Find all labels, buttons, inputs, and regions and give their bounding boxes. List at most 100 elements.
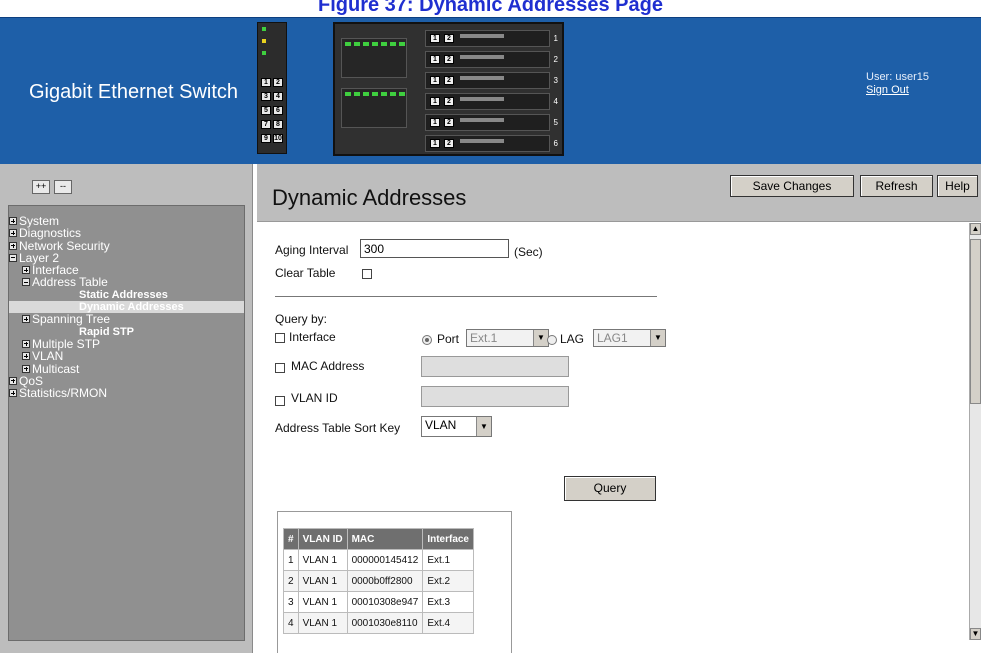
table-header-row: # VLAN ID MAC Interface	[283, 528, 474, 550]
blade-slot: 12 2	[425, 51, 558, 68]
column-header: #	[283, 528, 299, 550]
tree-item-multicast[interactable]: Multicast	[9, 363, 244, 375]
tree-item-label: Rapid STP	[79, 325, 135, 338]
switch-front-panel-image: 1 2 3 4 5 6 7 8 9 10	[257, 22, 287, 154]
aging-unit-label: (Sec)	[514, 245, 543, 259]
interface-checkbox[interactable]	[275, 333, 285, 343]
table-cell: VLAN 1	[297, 549, 348, 571]
tree-item-spanning-tree[interactable]: Spanning Tree	[9, 313, 244, 325]
scrollbar-thumb[interactable]	[970, 239, 981, 404]
interface-label: Interface	[289, 330, 336, 344]
expand-icon[interactable]	[22, 315, 30, 324]
column-header: VLAN ID	[297, 528, 348, 550]
expand-icon[interactable]	[9, 229, 17, 238]
port-button: 10	[273, 134, 283, 143]
table-cell: 000000145412	[346, 549, 424, 571]
query-button[interactable]: Query	[564, 476, 656, 501]
results-table-container: # VLAN ID MAC Interface 1 VLAN 1 0000001…	[277, 511, 512, 653]
collapse-all-button[interactable]: --	[54, 180, 72, 194]
expand-icon[interactable]	[9, 217, 17, 225]
page-header: Dynamic Addresses Save Changes Refresh H…	[257, 164, 981, 222]
scroll-down-icon[interactable]: ▼	[970, 628, 981, 640]
port-select[interactable]: Ext.1 ▼	[466, 329, 549, 347]
chevron-down-icon: ▼	[476, 417, 491, 436]
port-radio[interactable]	[422, 335, 432, 345]
blade-number: 6	[553, 139, 558, 148]
sort-key-select[interactable]: VLAN ▼	[421, 416, 492, 437]
tree-item-statistics-rmon[interactable]: Statistics/RMON	[9, 387, 244, 399]
aging-interval-input[interactable]	[360, 239, 509, 258]
help-button[interactable]: Help	[937, 175, 978, 197]
sidebar: ++ -- System Diagnostics Network Security L…	[0, 164, 253, 653]
lag-select-value: LAG1	[597, 331, 628, 345]
mac-address-input[interactable]	[421, 356, 569, 377]
divider	[275, 296, 657, 297]
table-cell: VLAN 1	[297, 570, 348, 592]
port-button: 5	[261, 106, 271, 115]
blade-slot: 12 3	[425, 72, 558, 89]
table-cell: 0001030e8110	[346, 612, 424, 634]
table-cell: 2	[283, 570, 299, 592]
refresh-button[interactable]: Refresh	[860, 175, 933, 197]
table-cell: VLAN 1	[297, 591, 348, 613]
port-button: 8	[273, 120, 283, 129]
expand-icon[interactable]	[9, 241, 17, 250]
expand-all-button[interactable]: ++	[32, 180, 50, 194]
port-button: 9	[261, 134, 271, 143]
app-header: Gigabit Ethernet Switch 1 2 3 4 5 6 7 8 …	[0, 17, 981, 164]
blade-number: 4	[553, 97, 558, 106]
table-row: 4 VLAN 1 0001030e8110 Ext.4	[283, 612, 474, 634]
scroll-up-icon[interactable]: ▲	[970, 223, 981, 235]
expand-icon[interactable]	[22, 266, 30, 275]
lag-label: LAG	[560, 332, 585, 346]
table-cell: 4	[283, 612, 299, 634]
expand-icon[interactable]	[22, 339, 30, 348]
sign-out-link[interactable]: Sign Out	[866, 84, 909, 96]
query-by-label: Query by:	[275, 312, 328, 326]
sort-key-label: Address Table Sort Key	[275, 421, 401, 435]
expand-icon[interactable]	[22, 352, 30, 361]
aging-interval-label: Aging Interval	[275, 243, 349, 257]
status-led	[262, 39, 266, 43]
port-label: Port	[437, 332, 460, 346]
user-info: User: user15 Sign Out	[866, 71, 929, 97]
clear-table-label: Clear Table	[275, 266, 336, 280]
column-header: MAC	[346, 528, 424, 550]
status-led	[262, 51, 266, 55]
app-title: Gigabit Ethernet Switch	[29, 81, 238, 103]
status-led	[262, 27, 266, 31]
figure-caption: Figure 37: Dynamic Addresses Page	[318, 0, 663, 16]
tree-item-static-addresses[interactable]: Static Addresses	[9, 289, 244, 301]
user-label: User: user15	[866, 71, 929, 83]
tree-item-address-table[interactable]: Address Table	[9, 276, 244, 288]
table-row: 3 VLAN 1 00010308e947 Ext.3	[283, 591, 474, 613]
expand-icon[interactable]	[9, 376, 17, 385]
lag-radio[interactable]	[547, 335, 557, 345]
tree-item-label: Static Addresses	[79, 288, 168, 301]
collapse-icon[interactable]	[22, 278, 30, 287]
mac-address-checkbox[interactable]	[275, 363, 285, 373]
table-cell: 3	[283, 591, 299, 613]
save-changes-button[interactable]: Save Changes	[730, 175, 854, 197]
blade-number: 5	[553, 118, 558, 127]
expand-icon[interactable]	[9, 389, 17, 398]
blade-slot: 12 4	[425, 93, 558, 110]
blade-number: 3	[553, 76, 558, 85]
module-stack	[341, 88, 407, 128]
vertical-scrollbar[interactable]: ▲ ▼	[969, 223, 981, 640]
tree-item-label: Address Table	[32, 275, 108, 290]
vlan-id-checkbox[interactable]	[275, 396, 285, 406]
page-title: Dynamic Addresses	[272, 185, 467, 210]
port-button: 6	[273, 106, 283, 115]
module-stack	[341, 38, 407, 78]
table-row: 2 VLAN 1 0000b0ff2800 Ext.2	[283, 570, 474, 592]
table-cell: Ext.4	[422, 612, 474, 634]
chevron-down-icon: ▼	[650, 330, 665, 346]
port-button: 3	[261, 92, 271, 101]
collapse-icon[interactable]	[9, 253, 17, 262]
table-cell: Ext.3	[422, 591, 474, 613]
expand-icon[interactable]	[22, 364, 30, 373]
vlan-id-input[interactable]	[421, 386, 569, 407]
lag-select[interactable]: LAG1 ▼	[593, 329, 666, 347]
clear-table-checkbox[interactable]	[362, 269, 372, 279]
